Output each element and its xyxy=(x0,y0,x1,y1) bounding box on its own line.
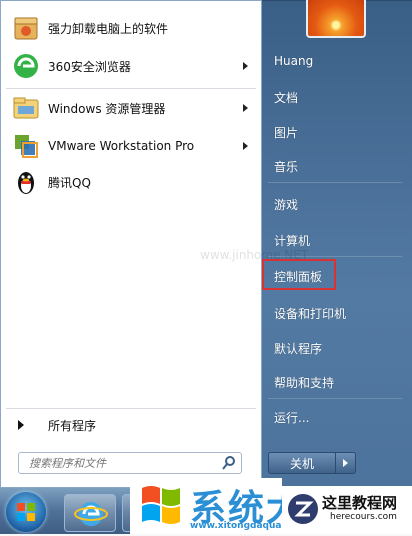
right-item-music[interactable]: 音乐 xyxy=(274,158,298,175)
watermark-en-url: herecours.com xyxy=(330,512,397,522)
search-input[interactable] xyxy=(19,455,221,471)
360-browser-icon xyxy=(12,52,40,80)
divider xyxy=(6,408,256,409)
right-item-pictures[interactable]: 图片 xyxy=(274,124,298,141)
z-logo-icon xyxy=(286,492,320,526)
divider xyxy=(268,398,402,399)
shutdown-options-button[interactable] xyxy=(336,452,356,474)
right-item-documents[interactable]: 文档 xyxy=(274,89,298,106)
start-orb-button[interactable] xyxy=(6,492,46,532)
faint-watermark-text: www.jinhome.NET xyxy=(200,248,309,262)
program-label: 腾讯QQ xyxy=(48,175,91,190)
qq-penguin-icon xyxy=(12,168,40,196)
right-item-computer[interactable]: 计算机 xyxy=(274,232,310,249)
right-item-help-support[interactable]: 帮助和支持 xyxy=(274,374,334,391)
chevron-right-icon xyxy=(343,459,348,467)
divider xyxy=(268,182,402,183)
all-programs-button[interactable]: 所有程序 xyxy=(18,416,248,434)
submenu-arrow-icon[interactable] xyxy=(243,62,248,70)
right-item-user[interactable]: Huang xyxy=(274,54,313,68)
program-label: Windows 资源管理器 xyxy=(48,101,166,116)
program-item-qq[interactable]: 腾讯QQ xyxy=(6,164,258,200)
user-avatar[interactable] xyxy=(306,0,366,38)
ie-icon xyxy=(74,502,108,526)
uninstall-box-icon xyxy=(12,14,40,42)
right-item-default-programs[interactable]: 默认程序 xyxy=(274,340,322,357)
program-item-uninstaller[interactable]: 强力卸载电脑上的软件 xyxy=(6,10,258,46)
search-icon[interactable] xyxy=(221,455,237,471)
search-box[interactable] xyxy=(18,452,242,474)
expand-arrow-icon xyxy=(18,420,24,430)
watermark-en-title: 这里教程网 xyxy=(322,494,398,512)
windows-flag-logo-icon xyxy=(138,480,184,526)
right-item-devices-printers[interactable]: 设备和打印机 xyxy=(274,305,346,322)
divider xyxy=(6,88,256,89)
program-item-vmware[interactable]: VMware Workstation Pro xyxy=(6,128,258,164)
windows-logo-icon xyxy=(17,503,35,521)
program-item-windows-explorer[interactable]: Windows 资源管理器 xyxy=(6,90,258,126)
program-item-360-browser[interactable]: 360安全浏览器 xyxy=(6,48,258,84)
control-panel-highlight-box xyxy=(262,259,336,290)
vmware-icon xyxy=(12,132,40,160)
shutdown-button[interactable]: 关机 xyxy=(268,452,336,474)
program-label: 强力卸载电脑上的软件 xyxy=(48,21,169,36)
program-label: 360安全浏览器 xyxy=(48,59,131,74)
taskbar-ie-button[interactable] xyxy=(64,494,116,532)
folder-explorer-icon xyxy=(12,94,40,122)
all-programs-label: 所有程序 xyxy=(48,418,97,433)
program-label: VMware Workstation Pro xyxy=(48,139,195,153)
right-item-run[interactable]: 运行... xyxy=(274,409,309,426)
submenu-arrow-icon[interactable] xyxy=(243,142,248,150)
right-item-games[interactable]: 游戏 xyxy=(274,196,298,213)
submenu-arrow-icon[interactable] xyxy=(243,104,248,112)
